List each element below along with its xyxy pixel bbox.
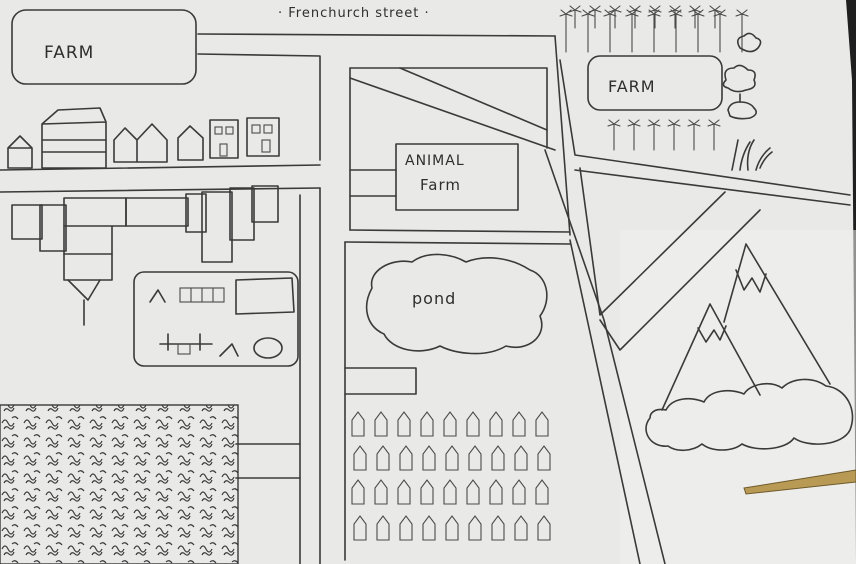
pond-label: pond xyxy=(412,289,456,308)
street-label: · Frenchurch street · xyxy=(278,6,430,21)
hand-drawn-map: · Frenchurch street · FARM ANIMAL Farm p… xyxy=(0,0,856,564)
woods-area xyxy=(0,404,239,564)
map-sheet: · Frenchurch street · FARM ANIMAL Farm p… xyxy=(0,0,856,564)
animal-farm-label-line1: ANIMAL xyxy=(405,153,465,169)
farm-left-label: FARM xyxy=(44,43,94,63)
farm-right-label: FARM xyxy=(608,77,656,96)
animal-farm-label-line2: Farm xyxy=(420,176,461,194)
